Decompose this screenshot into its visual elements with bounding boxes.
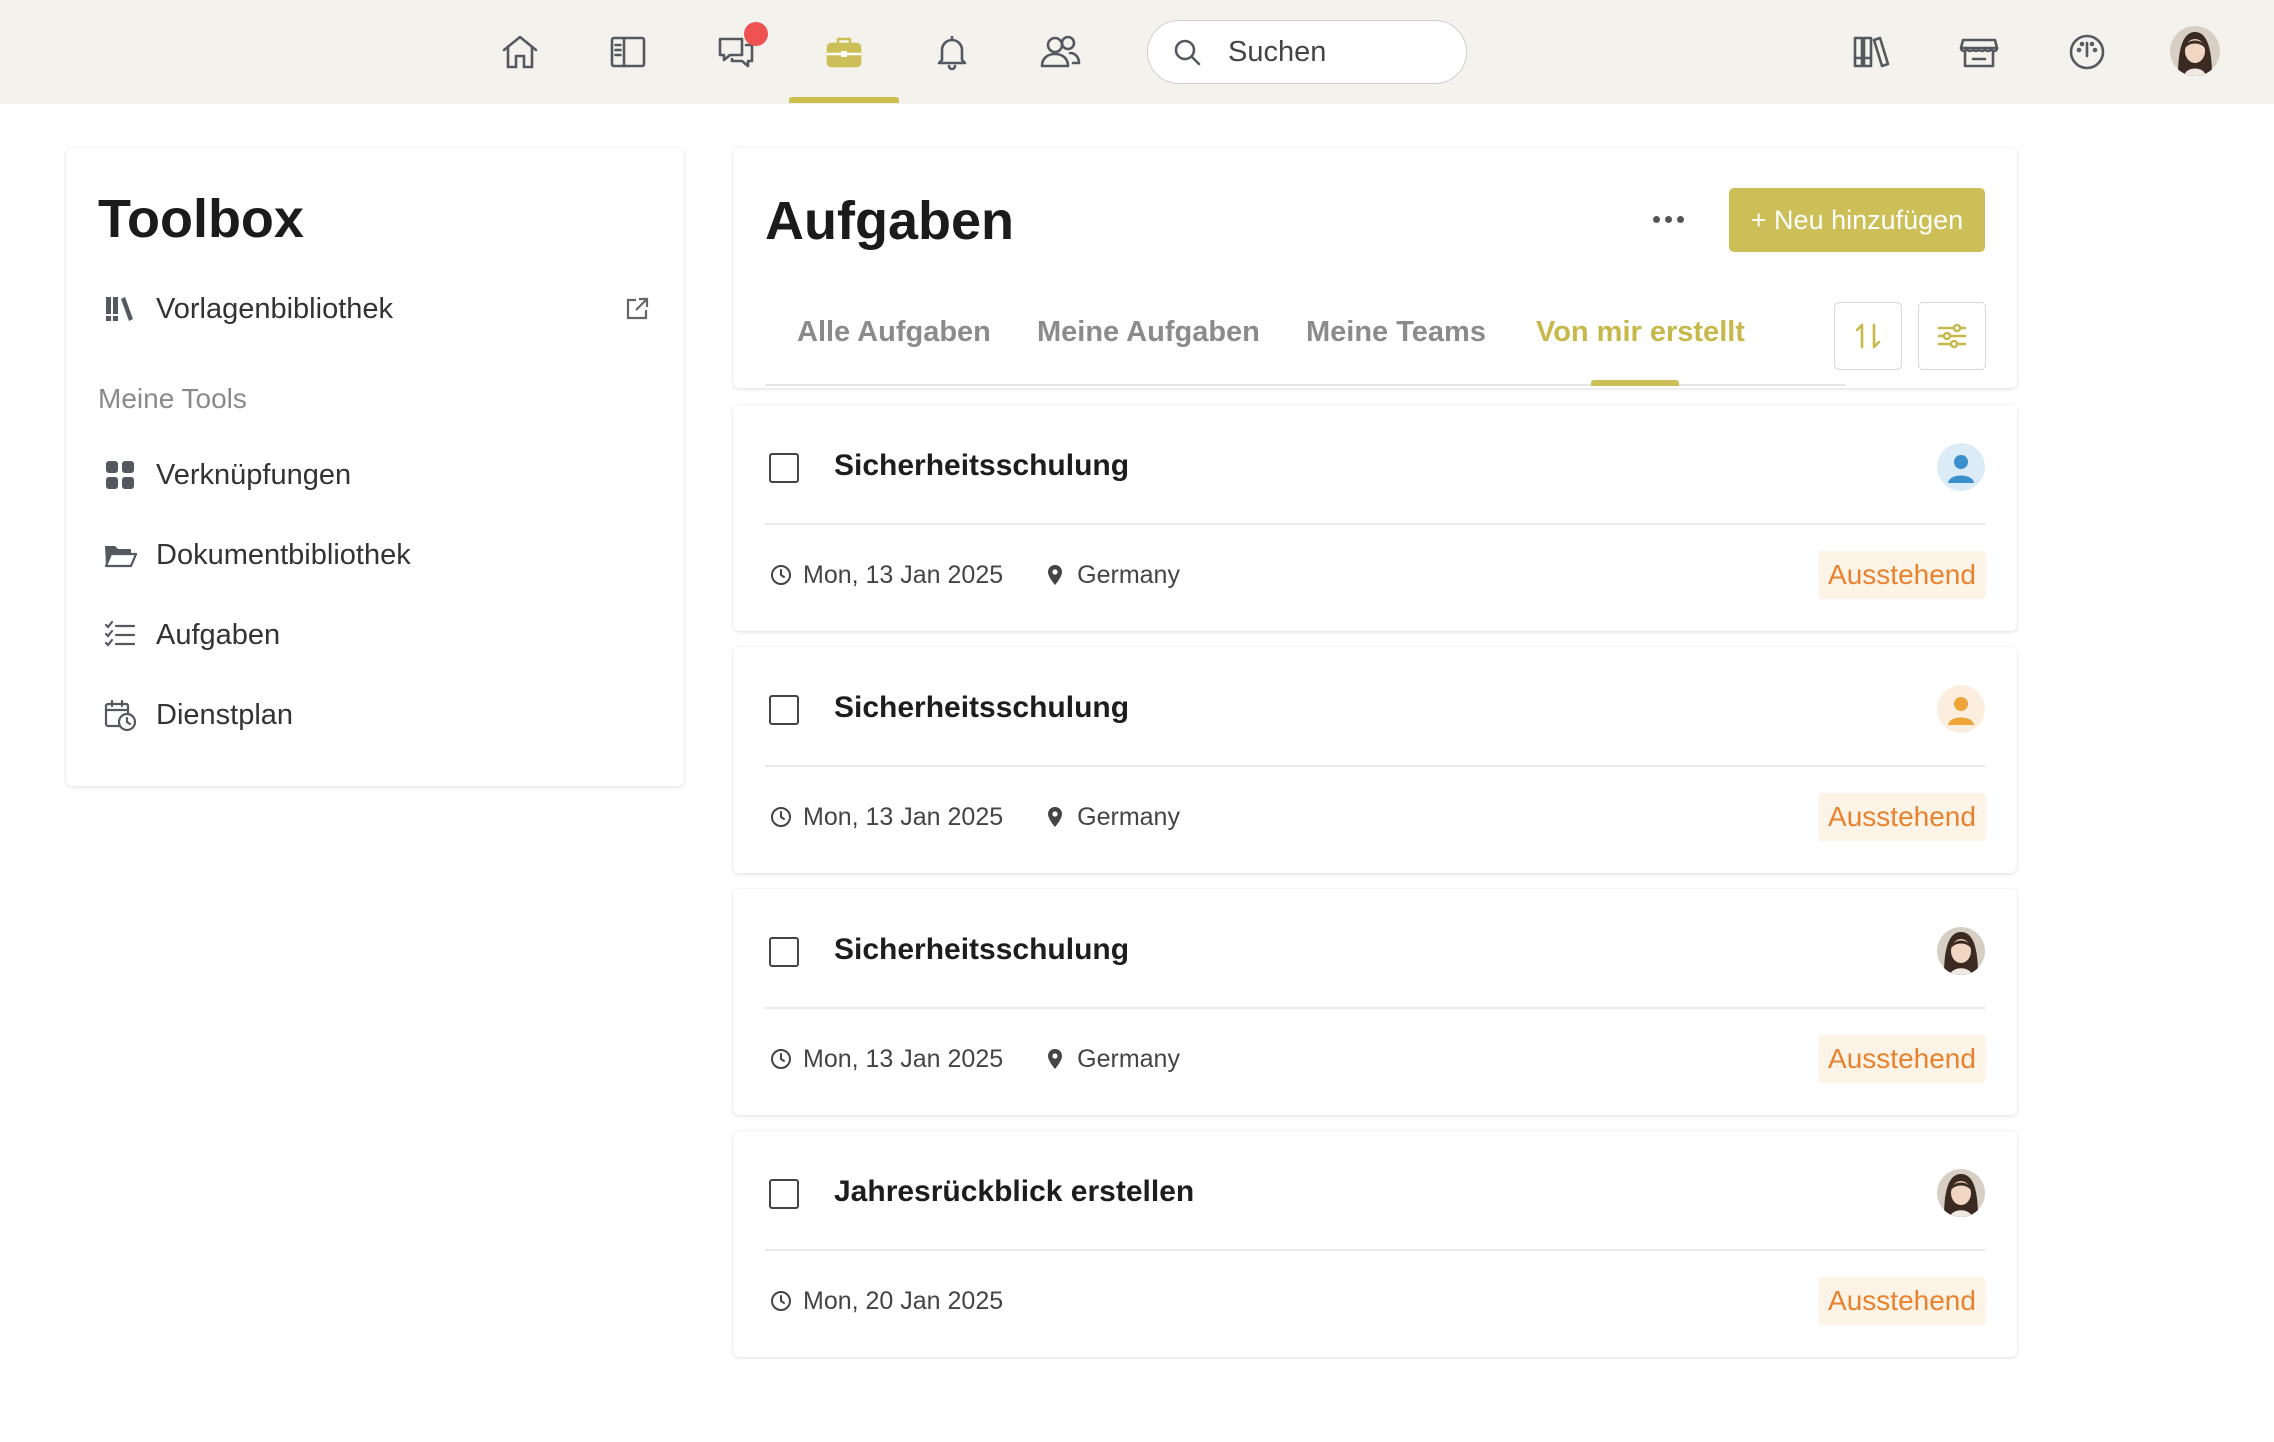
task-date: Mon, 13 Jan 2025	[803, 560, 1004, 589]
assignee-avatar[interactable]	[1937, 927, 1985, 975]
active-nav-indicator	[789, 97, 899, 103]
tab-my-teams[interactable]: Meine Teams	[1306, 316, 1486, 349]
sidebar-item-label: Dienstplan	[156, 698, 294, 731]
tab-my-tasks[interactable]: Meine Aufgaben	[1037, 316, 1260, 349]
task-card[interactable]: Sicherheitsschulung Mon, 13 Jan 2025 Ger…	[733, 405, 2017, 631]
task-title: Jahresrückblick erstellen	[834, 1175, 1195, 1208]
sort-button[interactable]	[1834, 302, 1902, 370]
add-new-button[interactable]: + Neu hinzufügen	[1729, 188, 1985, 252]
clock-icon	[771, 565, 791, 585]
sidebar-item-roster[interactable]: Dienstplan	[102, 690, 662, 740]
users-icon[interactable]	[1025, 17, 1095, 87]
tab-bar-divider	[765, 384, 1845, 386]
task-checkbox[interactable]	[769, 695, 799, 725]
task-location: Germany	[1077, 802, 1180, 831]
home-icon[interactable]	[485, 17, 555, 87]
task-meta: Mon, 13 Jan 2025 Germany	[769, 557, 1180, 593]
library-icon[interactable]	[1836, 17, 1906, 87]
task-location: Germany	[1077, 1044, 1180, 1073]
task-meta: Mon, 13 Jan 2025 Germany	[769, 799, 1180, 835]
grid-icon	[102, 457, 138, 493]
assignee-avatar[interactable]	[1937, 685, 1985, 733]
task-title: Sicherheitsschulung	[834, 449, 1130, 482]
user-avatar[interactable]	[2170, 26, 2220, 76]
task-date: Mon, 13 Jan 2025	[803, 1044, 1004, 1073]
search-placeholder: Suchen	[1228, 35, 1327, 68]
task-date: Mon, 13 Jan 2025	[803, 802, 1004, 831]
task-title: Sicherheitsschulung	[834, 691, 1130, 724]
assignee-avatar[interactable]	[1937, 443, 1985, 491]
task-title: Sicherheitsschulung	[834, 933, 1130, 966]
task-card[interactable]: Sicherheitsschulung Mon, 13 Jan 2025 Ger…	[733, 647, 2017, 873]
assignee-avatar[interactable]	[1937, 1169, 1985, 1217]
bell-icon[interactable]	[917, 17, 987, 87]
location-pin-icon	[1048, 1049, 1063, 1069]
clock-icon	[771, 1291, 791, 1311]
books-icon	[102, 291, 138, 327]
sidebar-item-tasks[interactable]: Aufgaben	[102, 610, 662, 660]
task-meta: Mon, 20 Jan 2025	[769, 1283, 1003, 1319]
sidebar-title: Toolbox	[98, 189, 304, 249]
sidebar-item-template-library[interactable]: Vorlagenbibliothek	[102, 284, 662, 334]
toolbox-sidebar: Toolbox Vorlagenbibliothek Meine Tools V…	[66, 148, 684, 786]
status-badge: Ausstehend	[1818, 551, 1986, 599]
location-pin-icon	[1048, 807, 1063, 827]
search-icon	[1174, 39, 1201, 66]
sidebar-item-label: Aufgaben	[156, 618, 281, 651]
task-divider	[765, 523, 1985, 525]
task-divider	[765, 765, 1985, 767]
filter-button[interactable]	[1918, 302, 1986, 370]
task-checkbox[interactable]	[769, 453, 799, 483]
store-icon[interactable]	[1944, 17, 2014, 87]
folder-icon	[102, 537, 138, 573]
task-date: Mon, 20 Jan 2025	[803, 1286, 1004, 1315]
dashboard-icon[interactable]	[2052, 17, 2122, 87]
sidebar-section-title: Meine Tools	[98, 383, 247, 414]
task-location: Germany	[1077, 560, 1180, 589]
sliders-icon	[1937, 323, 1967, 349]
sidebar-item-label: Dokumentbibliothek	[156, 538, 411, 571]
tasks-header: Aufgaben + Neu hinzufügen Alle Aufgaben …	[733, 148, 2017, 388]
toolbox-icon[interactable]	[809, 17, 879, 87]
location-pin-icon	[1048, 565, 1063, 585]
task-checkbox[interactable]	[769, 1179, 799, 1209]
top-navigation-bar: Suchen	[0, 0, 2274, 104]
tab-created-by-me[interactable]: Von mir erstellt	[1536, 316, 1745, 349]
task-card[interactable]: Jahresrückblick erstellen Mon, 20 Jan 20…	[733, 1131, 2017, 1357]
status-badge: Ausstehend	[1818, 793, 1986, 841]
task-meta: Mon, 13 Jan 2025 Germany	[769, 1041, 1180, 1077]
checklist-icon	[102, 617, 138, 653]
sidebar-item-shortcuts[interactable]: Verknüpfungen	[102, 450, 662, 500]
sidebar-item-label: Vorlagenbibliothek	[156, 292, 394, 325]
active-tab-indicator	[1591, 380, 1679, 386]
calendar-clock-icon	[102, 697, 138, 733]
external-link-icon[interactable]	[622, 294, 652, 324]
more-options-button[interactable]	[1643, 196, 1693, 242]
clock-icon	[771, 1049, 791, 1069]
clock-icon	[771, 807, 791, 827]
chat-notification-dot	[744, 22, 768, 46]
task-divider	[765, 1249, 1985, 1251]
sidebar-item-label: Verknüpfungen	[156, 458, 352, 491]
status-badge: Ausstehend	[1818, 1277, 1986, 1325]
status-badge: Ausstehend	[1818, 1035, 1986, 1083]
tab-all-tasks[interactable]: Alle Aufgaben	[797, 316, 991, 349]
sidebar-panel-icon[interactable]	[593, 17, 663, 87]
task-card[interactable]: Sicherheitsschulung Mon, 13 Jan 2025 Ger…	[733, 889, 2017, 1115]
task-checkbox[interactable]	[769, 937, 799, 967]
sort-icon	[1855, 323, 1881, 349]
search-input[interactable]: Suchen	[1147, 20, 1467, 84]
page-title: Aufgaben	[765, 191, 1014, 251]
sidebar-item-document-library[interactable]: Dokumentbibliothek	[102, 530, 662, 580]
task-divider	[765, 1007, 1985, 1009]
